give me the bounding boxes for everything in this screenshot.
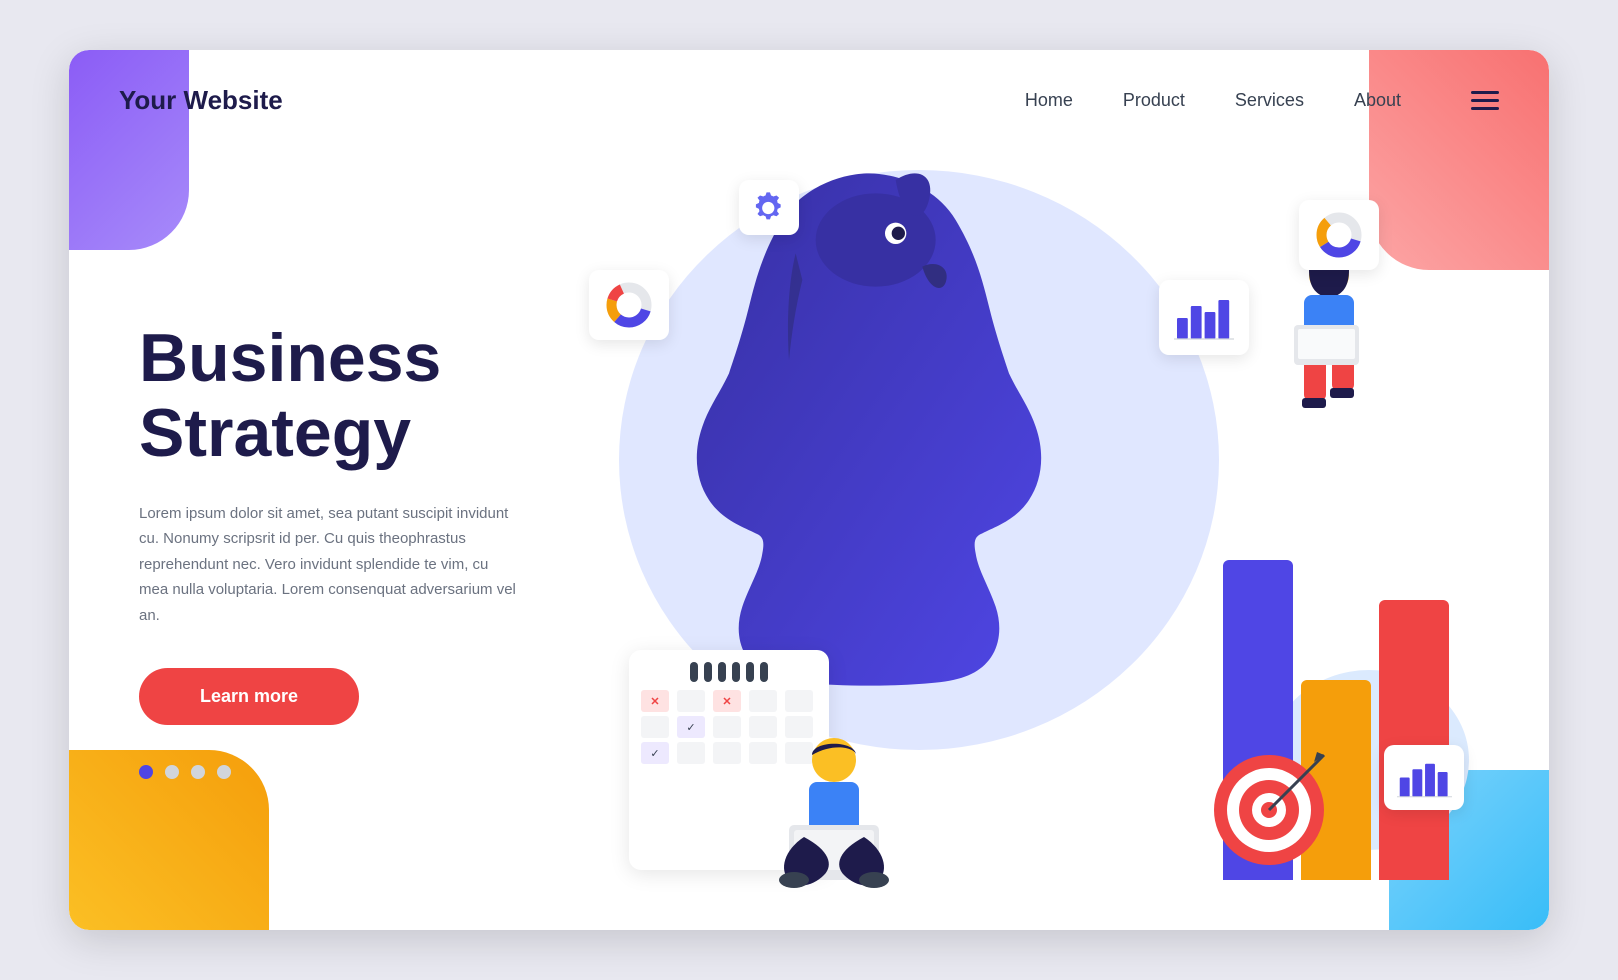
target-icon xyxy=(1209,750,1329,870)
float-card-bar-br xyxy=(1384,745,1464,810)
ring xyxy=(746,662,754,682)
carousel-dots xyxy=(139,765,519,779)
ring xyxy=(718,662,726,682)
float-card-donut-left xyxy=(589,270,669,340)
logo: Your Website xyxy=(119,85,283,116)
chess-knight-illustration xyxy=(669,160,1069,660)
hamburger-line xyxy=(1471,91,1499,94)
nav-services[interactable]: Services xyxy=(1235,90,1304,111)
dot-3[interactable] xyxy=(191,765,205,779)
dot-4[interactable] xyxy=(217,765,231,779)
bar-red xyxy=(1379,600,1449,880)
calendar-rings xyxy=(641,662,817,682)
hero-description: Lorem ipsum dolor sit amet, sea putant s… xyxy=(139,501,519,629)
person-on-bar-illustration xyxy=(1264,250,1394,410)
ring xyxy=(732,662,740,682)
dot-1[interactable] xyxy=(139,765,153,779)
ring xyxy=(690,662,698,682)
nav-about[interactable]: About xyxy=(1354,90,1401,111)
gear-card-icon xyxy=(751,190,787,226)
cal-cell: ✓ xyxy=(641,742,669,764)
hero-section: Business Strategy Lorem ipsum dolor sit … xyxy=(69,150,1549,930)
hamburger-menu-icon[interactable] xyxy=(1471,91,1499,110)
cal-cell xyxy=(749,690,777,712)
person-sitting-illustration xyxy=(764,730,904,890)
hamburger-line xyxy=(1471,99,1499,102)
cal-cell xyxy=(785,690,813,712)
cal-cell xyxy=(713,742,741,764)
navigation: Home Product Services About xyxy=(1025,90,1499,111)
bar-chart-br-icon xyxy=(1397,755,1452,800)
float-card-donut-tr xyxy=(1299,200,1379,270)
cal-cell: ✕ xyxy=(713,690,741,712)
hero-title: Business Strategy xyxy=(139,321,519,471)
donut-chart-icon xyxy=(604,280,654,330)
donut-chart-tr-icon xyxy=(1314,210,1364,260)
header: Your Website Home Product Services About xyxy=(69,50,1549,150)
hero-illustration: ✕ ✕ ✓ ✓ xyxy=(569,150,1549,930)
nav-product[interactable]: Product xyxy=(1123,90,1185,111)
ring xyxy=(704,662,712,682)
cal-cell: ✓ xyxy=(677,716,705,738)
bar-chart-card-icon xyxy=(1174,293,1234,343)
cal-cell xyxy=(677,690,705,712)
float-card-gear xyxy=(739,180,799,235)
ring xyxy=(760,662,768,682)
learn-more-button[interactable]: Learn more xyxy=(139,668,359,725)
hamburger-line xyxy=(1471,107,1499,110)
dot-2[interactable] xyxy=(165,765,179,779)
cal-cell: ✕ xyxy=(641,690,669,712)
page-container: Your Website Home Product Services About… xyxy=(69,50,1549,930)
hero-content-left: Business Strategy Lorem ipsum dolor sit … xyxy=(69,150,569,930)
cal-cell xyxy=(713,716,741,738)
cal-cell xyxy=(641,716,669,738)
cal-cell xyxy=(677,742,705,764)
nav-home[interactable]: Home xyxy=(1025,90,1073,111)
float-card-bar-tl xyxy=(1159,280,1249,355)
